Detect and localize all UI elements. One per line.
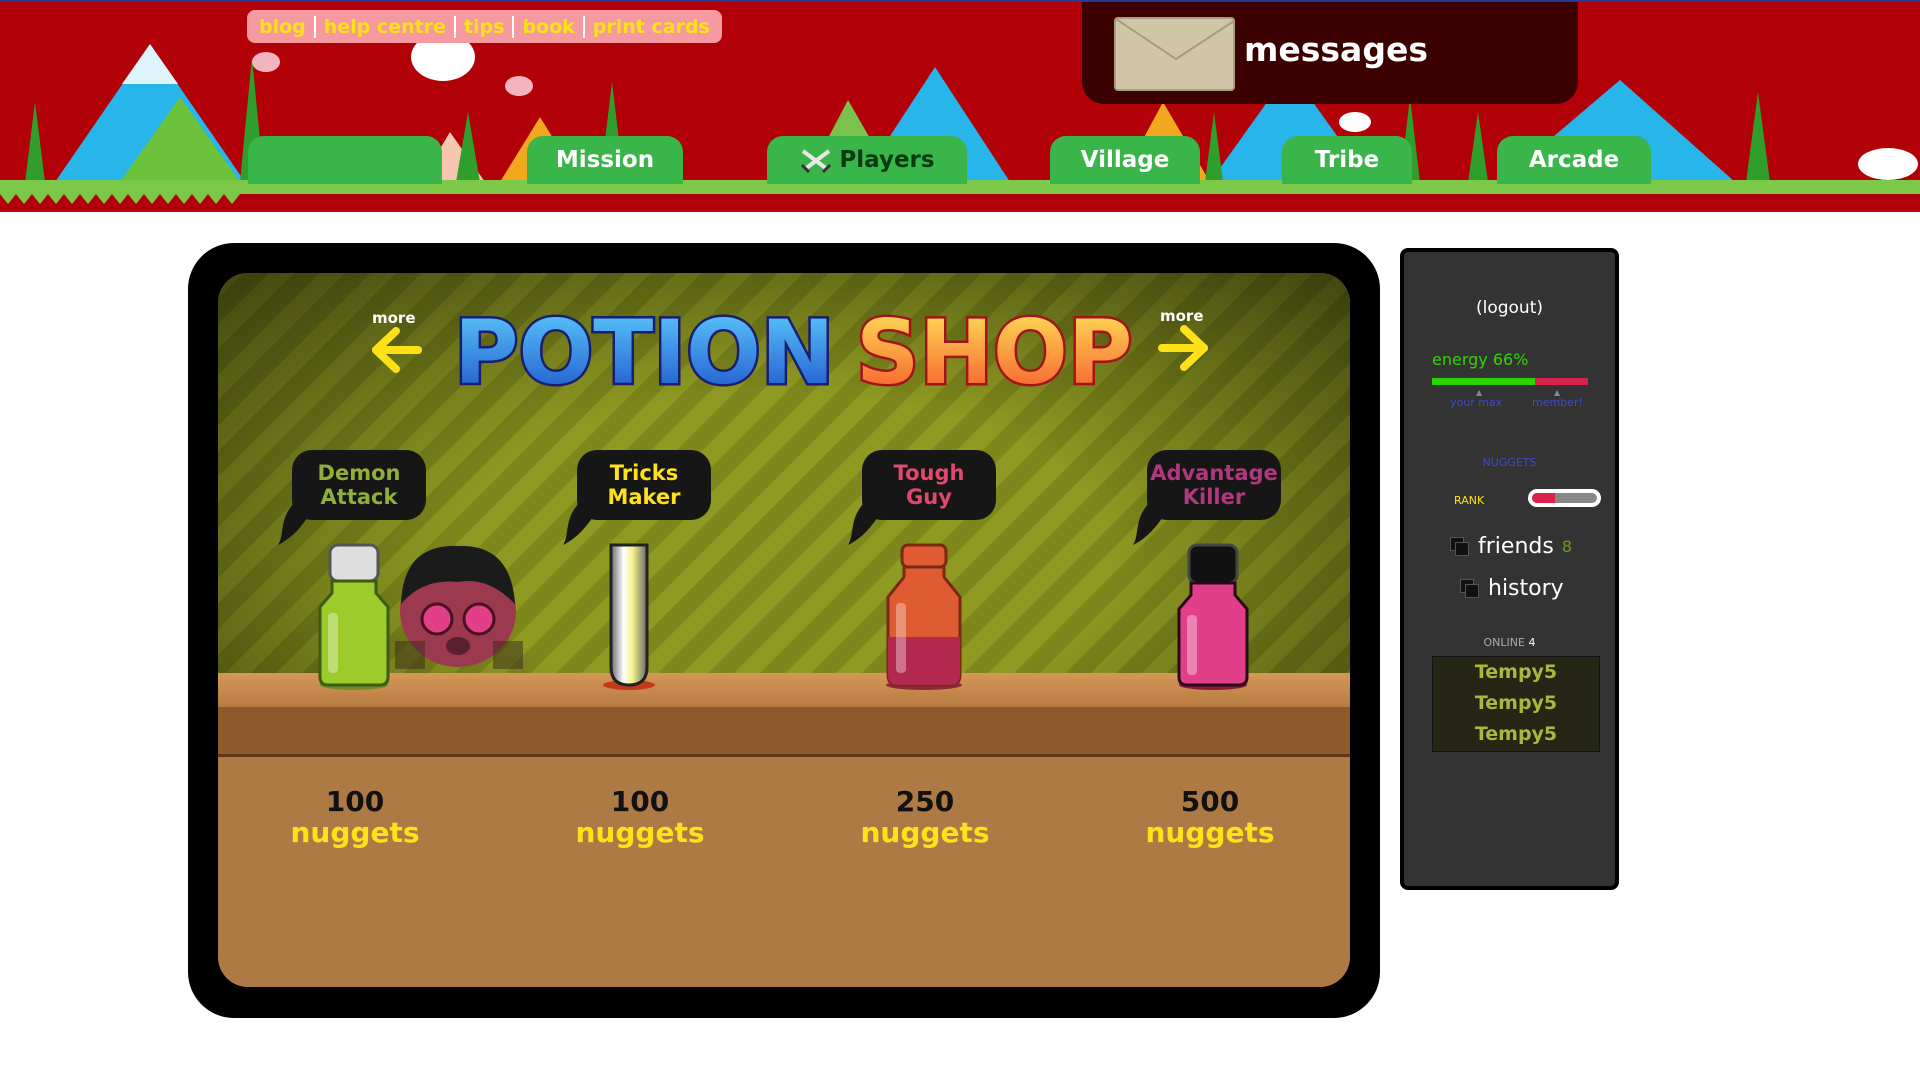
tab-home[interactable]: [248, 136, 442, 184]
blog-link[interactable]: blog: [255, 16, 310, 38]
potion-shop: POTION SHOP more more Demon Attack Trick…: [218, 273, 1350, 987]
history-link[interactable]: history: [1460, 576, 1564, 601]
potion-bottle-demon-attack[interactable]: [316, 541, 392, 691]
online-label: ONLINE: [1483, 636, 1525, 649]
print-cards-link[interactable]: print cards: [589, 16, 714, 38]
link-divider: [512, 15, 515, 38]
energy-bar-fill: [1432, 378, 1535, 385]
online-players-list: Tempy5 Tempy5 Tempy5: [1432, 656, 1600, 752]
shop-counter-front: [218, 707, 1350, 757]
tab-players-label: Players: [839, 147, 935, 173]
energy-bar: [1432, 378, 1588, 385]
arrow-right-icon[interactable]: [1158, 325, 1212, 371]
link-divider: [313, 15, 316, 38]
your-max-label: your max: [1450, 396, 1503, 409]
list-item[interactable]: Tempy5: [1433, 688, 1599, 719]
online-status: ONLINE 4: [1404, 636, 1615, 649]
link-divider: [453, 15, 456, 38]
price-demon-attack: 100 nuggets: [290, 785, 420, 849]
list-item[interactable]: Tempy5: [1433, 719, 1599, 750]
shop-title-potion: POTION: [454, 301, 835, 403]
player-sidebar: (logout) energy 66% ▲ ▲ your max member!…: [1400, 248, 1619, 890]
arrow-left-icon[interactable]: [368, 327, 422, 373]
rank-bar: [1528, 489, 1601, 507]
friends-icon: [1450, 536, 1470, 557]
nuggets-heading: NUGGETS: [1482, 456, 1537, 469]
grass-strip: [0, 180, 1920, 204]
more-left-label: more: [372, 309, 416, 327]
rank-label: RANK: [1454, 494, 1485, 507]
friends-count: 8: [1561, 537, 1572, 556]
member-label[interactable]: member!: [1532, 396, 1583, 409]
potion-bottle-tough-guy[interactable]: [882, 541, 966, 691]
help-centre-link[interactable]: help centre: [320, 16, 450, 38]
online-count: 4: [1528, 636, 1536, 649]
more-right-label: more: [1160, 307, 1204, 325]
logout-link[interactable]: (logout): [1404, 298, 1615, 318]
tab-tribe[interactable]: Tribe: [1282, 136, 1412, 184]
creature-character: [395, 545, 523, 669]
list-item[interactable]: Tempy5: [1433, 657, 1599, 688]
top-links-bar: blog help centre tips book print cards: [247, 10, 722, 43]
price-tough-guy: 250 nuggets: [860, 785, 990, 849]
energy-label: energy 66%: [1432, 350, 1529, 369]
messages-button[interactable]: messages: [1082, 2, 1578, 104]
tab-arcade[interactable]: Arcade: [1497, 136, 1651, 184]
envelope-icon: [1114, 17, 1235, 91]
site-header: blog help centre tips book print cards m…: [0, 0, 1920, 212]
friends-label: friends: [1478, 534, 1554, 559]
tips-link[interactable]: tips: [460, 16, 509, 38]
messages-label: messages: [1244, 30, 1428, 69]
link-divider: [582, 15, 585, 38]
rank-bar-fill: [1532, 493, 1555, 503]
crossed-swords-icon: [801, 149, 832, 173]
tab-players[interactable]: Players: [767, 136, 967, 184]
history-icon: [1460, 578, 1480, 599]
price-tricks-maker: 100 nuggets: [575, 785, 705, 849]
history-label: history: [1488, 576, 1564, 601]
potion-bottle-tricks-maker[interactable]: [601, 541, 657, 691]
potion-bottle-advantage-killer[interactable]: [1175, 541, 1251, 691]
book-link[interactable]: book: [518, 16, 578, 38]
tab-village[interactable]: Village: [1050, 136, 1200, 184]
shop-title-shop: SHOP: [856, 301, 1132, 403]
tab-mission[interactable]: Mission: [527, 136, 683, 184]
price-advantage-killer: 500 nuggets: [1145, 785, 1275, 849]
friends-link[interactable]: friends 8: [1450, 534, 1572, 559]
